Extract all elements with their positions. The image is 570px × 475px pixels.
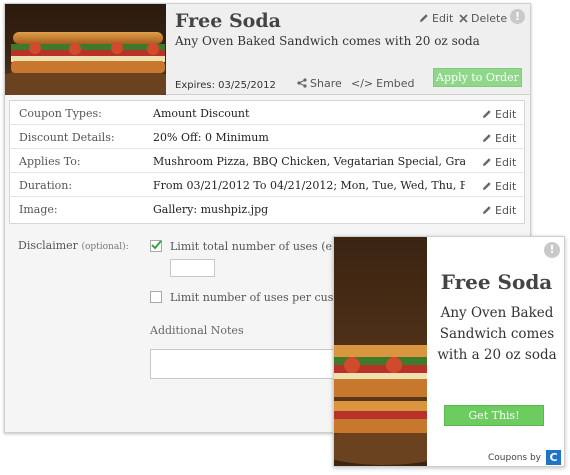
expiration-date: Expires: 03/25/2012 xyxy=(175,80,276,91)
detail-row-applies-to: Applies To: Mushroom Pizza, BBQ Chicken,… xyxy=(10,149,524,173)
edit-coupon-button[interactable]: Edit xyxy=(419,12,453,25)
detail-label: Coupon Types: xyxy=(19,107,102,120)
detail-value: From 03/21/2012 To 04/21/2012; Mon, Tue,… xyxy=(153,179,465,192)
edit-applies-to-button[interactable]: Edit xyxy=(482,156,516,169)
detail-value: Gallery: mushpiz.jpg xyxy=(153,203,269,216)
additional-notes-label: Additional Notes xyxy=(150,324,244,337)
apply-to-order-button[interactable]: Apply to Order xyxy=(433,68,522,87)
coupon-preview-popup: ! Free Soda Any Oven Baked Sandwich come… xyxy=(333,236,565,467)
delete-label: Delete xyxy=(471,12,508,25)
detail-value: Mushroom Pizza, BBQ Chicken, Vegatarian … xyxy=(153,155,465,168)
delete-coupon-button[interactable]: Delete xyxy=(459,12,507,25)
embed-button[interactable]: </> Embed xyxy=(351,77,415,90)
disclaimer-label-text: Disclaimer xyxy=(18,239,78,252)
edit-label: Edit xyxy=(495,108,517,121)
limit-per-customer-checkbox[interactable] xyxy=(150,291,162,303)
limit-total-input[interactable] xyxy=(170,259,215,277)
checkmark-icon xyxy=(151,240,162,250)
limit-total-checkbox[interactable] xyxy=(150,240,162,252)
detail-label: Discount Details: xyxy=(19,131,115,144)
detail-label: Applies To: xyxy=(19,155,81,168)
detail-row-duration: Duration: From 03/21/2012 To 04/21/2012;… xyxy=(10,173,524,197)
sandwich-thumbnail xyxy=(5,4,166,95)
close-icon xyxy=(459,14,468,23)
share-button[interactable]: Share xyxy=(297,77,342,90)
get-this-button[interactable]: Get This! xyxy=(444,405,544,426)
alert-icon[interactable]: ! xyxy=(510,9,525,24)
edit-label: Edit xyxy=(495,180,517,193)
code-icon: </> xyxy=(351,77,374,90)
pencil-icon xyxy=(483,158,491,166)
pencil-icon xyxy=(483,206,491,214)
edit-duration-button[interactable]: Edit xyxy=(482,180,516,193)
coupon-header: Free Soda Any Oven Baked Sandwich comes … xyxy=(5,4,530,95)
coupon-title: Free Soda xyxy=(175,10,281,32)
sandwich-preview-image xyxy=(334,237,427,466)
detail-value: Amount Discount xyxy=(153,107,250,120)
pencil-icon xyxy=(483,182,491,190)
edit-image-button[interactable]: Edit xyxy=(482,204,516,217)
pencil-icon xyxy=(483,110,491,118)
edit-label: Edit xyxy=(495,132,517,145)
edit-label: Edit xyxy=(432,12,454,25)
popup-title: Free Soda xyxy=(440,270,553,294)
alert-icon[interactable]: ! xyxy=(544,242,560,258)
detail-label: Image: xyxy=(19,203,58,216)
detail-row-image: Image: Gallery: mushpiz.jpg Edit xyxy=(10,197,524,221)
popup-description: Any Oven Baked Sandwich comes with a 20 … xyxy=(437,305,557,363)
share-icon xyxy=(297,78,307,88)
edit-label: Edit xyxy=(495,204,517,217)
disclaimer-label: Disclaimer (optional): xyxy=(18,239,129,252)
detail-row-discount-details: Discount Details: 20% Off: 0 Minimum Edi… xyxy=(10,125,524,149)
additional-notes-textarea[interactable] xyxy=(150,349,340,379)
detail-row-coupon-types: Coupon Types: Amount Discount Edit xyxy=(10,101,524,125)
embed-label: Embed xyxy=(376,77,415,90)
pencil-icon xyxy=(420,14,428,22)
share-label: Share xyxy=(310,77,342,90)
edit-coupon-types-button[interactable]: Edit xyxy=(482,108,516,121)
detail-value: 20% Off: 0 Minimum xyxy=(153,131,269,144)
detail-label: Duration: xyxy=(19,179,73,192)
edit-label: Edit xyxy=(495,156,517,169)
powered-by-label: Coupons by xyxy=(488,453,542,463)
edit-discount-details-button[interactable]: Edit xyxy=(482,132,516,145)
brand-logo-icon[interactable]: C xyxy=(546,450,561,465)
optional-hint: (optional): xyxy=(81,242,129,252)
coupon-details-table: Coupon Types: Amount Discount Edit Disco… xyxy=(9,100,525,224)
pencil-icon xyxy=(483,134,491,142)
coupon-subtitle: Any Oven Baked Sandwich comes with 20 oz… xyxy=(175,34,480,48)
